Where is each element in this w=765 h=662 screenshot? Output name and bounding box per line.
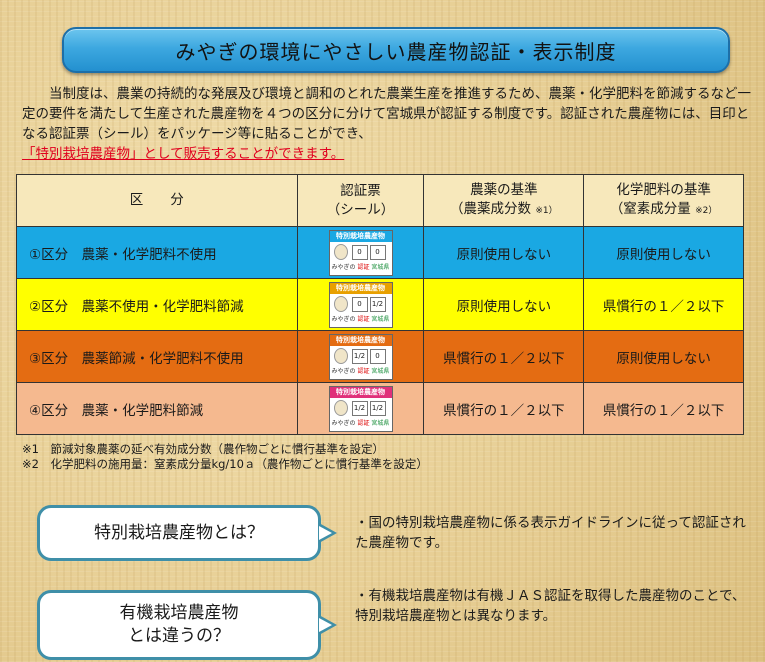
intro-text: 当制度は、農業の持続的な発展及び環境と調和のとれた農業生産を推進するため、農薬・… bbox=[22, 86, 751, 142]
row-pesticide: 県慣行の１／２以下 bbox=[423, 382, 585, 435]
seal-title: 特別栽培農産物 bbox=[329, 334, 392, 346]
mascot-icon bbox=[333, 347, 348, 364]
seal-foot-right: 宮城県 bbox=[371, 263, 390, 271]
seal-foot-right: 宮城県 bbox=[371, 367, 390, 375]
header-seal-line2: （シール） bbox=[326, 201, 395, 218]
page-title: みやぎの環境にやさしい農産物認証・表示制度 bbox=[62, 27, 730, 73]
row-category: ②区分 農薬不使用・化学肥料節減 bbox=[16, 278, 298, 331]
seal-fertilizer-value: 0 bbox=[369, 244, 386, 260]
intro-paragraph: 当制度は、農業の持続的な発展及び環境と調和のとれた農業生産を推進するため、農薬・… bbox=[22, 84, 752, 164]
seal-fertilizer-value: 0 bbox=[369, 348, 386, 364]
seal-foot-right: 宮城県 bbox=[371, 315, 390, 323]
mascot-icon bbox=[333, 295, 348, 312]
question-text: 特別栽培農産物とは？ bbox=[94, 522, 264, 543]
seal-pesticide-value: 0 bbox=[351, 244, 368, 260]
seal-foot-mid: 認証 bbox=[357, 367, 370, 375]
question-callout-special: 特別栽培農産物とは？ bbox=[37, 505, 337, 561]
certification-table: 区 分 認証票 （シール） 農薬の基準 （農薬成分数 ※1） 化学肥料の基準 （窒素成… bbox=[16, 174, 744, 435]
certification-seal-icon: 特別栽培農産物 1/2 0 みやぎの 認証 宮城県 bbox=[328, 333, 393, 380]
certification-seal-icon: 特別栽培農産物 0 1/2 みやぎの 認証 宮城県 bbox=[328, 281, 393, 328]
footnotes: ※1 節減対象農薬の延べ有効成分数（農作物ごとに慣行基準を設定） ※2 化学肥料… bbox=[22, 442, 428, 472]
seal-fertilizer-value: 1/2 bbox=[369, 400, 386, 416]
header-pesticide-note: ※1） bbox=[535, 205, 558, 216]
mascot-icon bbox=[333, 243, 348, 260]
header-fertilizer-note: ※2） bbox=[695, 205, 718, 216]
row-category: ①区分 農薬・化学肥料不使用 bbox=[16, 226, 298, 279]
seal-foot-right: 宮城県 bbox=[371, 419, 390, 427]
callout-tail-inner bbox=[319, 526, 332, 540]
header-fertilizer-line2: （窒素成分量 bbox=[609, 200, 691, 217]
table-row: ①区分 農薬・化学肥料不使用 特別栽培農産物 00 みやぎの 認証 宮城県 原則… bbox=[16, 226, 744, 279]
seal-cell: 特別栽培農産物 0 1/2 みやぎの 認証 宮城県 bbox=[296, 278, 425, 331]
seal-foot-mid: 認証 bbox=[357, 419, 370, 427]
header-seal-line1: 認証票 bbox=[340, 182, 381, 199]
row-pesticide: 原則使用しない bbox=[423, 278, 585, 331]
row-fertilizer: 原則使用しない bbox=[583, 226, 744, 279]
seal-pesticide-value: 0 bbox=[351, 296, 368, 312]
seal-foot-left: みやぎの bbox=[331, 419, 356, 427]
answer-organic: ・有機栽培農産物は有機ＪＡＳ認証を取得した農産物のことで、特別栽培農産物とは異な… bbox=[355, 588, 746, 624]
mascot-icon bbox=[333, 399, 348, 416]
answer-special: ・国の特別栽培農産物に係る表示ガイドラインに従って認証された農産物です。 bbox=[355, 515, 746, 551]
table-row: ③区分 農薬節減・化学肥料不使用 特別栽培農産物 1/2 0 みやぎの 認証 宮城… bbox=[16, 330, 744, 383]
question-callout-organic: 有機栽培農産物 とは違うの？ bbox=[37, 590, 337, 660]
seal-title: 特別栽培農産物 bbox=[329, 282, 392, 294]
seal-cell: 特別栽培農産物 00 みやぎの 認証 宮城県 bbox=[296, 226, 425, 279]
seal-cell: 特別栽培農産物 1/2 1/2 みやぎの 認証 宮城県 bbox=[296, 382, 425, 435]
certification-seal-icon: 特別栽培農産物 1/2 1/2 みやぎの 認証 宮城県 bbox=[328, 385, 393, 432]
seal-foot-mid: 認証 bbox=[357, 315, 370, 323]
table-row: ②区分 農薬不使用・化学肥料節減 特別栽培農産物 0 1/2 みやぎの 認証 宮城… bbox=[16, 278, 744, 331]
table-header-row: 区 分 認証票 （シール） 農薬の基準 （農薬成分数 ※1） 化学肥料の基準 （窒素成… bbox=[16, 174, 744, 227]
footnote-2: ※2 化学肥料の施用量：窒素成分量kg/10ａ（農作物ごとに慣行基準を設定） bbox=[22, 457, 428, 471]
seal-foot-mid: 認証 bbox=[357, 263, 370, 271]
row-pesticide: 県慣行の１／２以下 bbox=[423, 330, 585, 383]
intro-highlight: 「特別栽培農産物」として販売することができます。 bbox=[22, 146, 345, 162]
seal-title: 特別栽培農産物 bbox=[329, 230, 392, 242]
header-seal: 認証票 （シール） bbox=[296, 174, 425, 227]
row-pesticide: 原則使用しない bbox=[423, 226, 585, 279]
question-line1: 有機栽培農産物 bbox=[119, 603, 239, 623]
header-pesticide-line1: 農薬の基準 bbox=[470, 181, 538, 198]
seal-pesticide-value: 1/2 bbox=[351, 348, 368, 364]
table-row: ④区分 農薬・化学肥料節減 特別栽培農産物 1/2 1/2 みやぎの 認証 宮城県… bbox=[16, 382, 744, 435]
question-line2: とは違うの？ bbox=[128, 626, 230, 646]
seal-cell: 特別栽培農産物 1/2 0 みやぎの 認証 宮城県 bbox=[296, 330, 425, 383]
row-category: ③区分 農薬節減・化学肥料不使用 bbox=[16, 330, 298, 383]
header-fertilizer: 化学肥料の基準 （窒素成分量 ※2） bbox=[583, 174, 744, 227]
header-pesticide: 農薬の基準 （農薬成分数 ※1） bbox=[423, 174, 585, 227]
seal-foot-left: みやぎの bbox=[331, 263, 356, 271]
row-fertilizer: 県慣行の１／２以下 bbox=[583, 382, 744, 435]
seal-title: 特別栽培農産物 bbox=[329, 386, 392, 398]
seal-fertilizer-value: 1/2 bbox=[369, 296, 386, 312]
callout-tail-inner bbox=[319, 618, 332, 632]
seal-foot-left: みやぎの bbox=[331, 367, 356, 375]
footnote-1: ※1 節減対象農薬の延べ有効成分数（農作物ごとに慣行基準を設定） bbox=[22, 442, 384, 456]
seal-foot-left: みやぎの bbox=[331, 315, 356, 323]
seal-pesticide-value: 1/2 bbox=[351, 400, 368, 416]
header-pesticide-line2: （農薬成分数 bbox=[450, 200, 532, 217]
header-category: 区 分 bbox=[16, 174, 298, 227]
row-category: ④区分 農薬・化学肥料節減 bbox=[16, 382, 298, 435]
row-fertilizer: 原則使用しない bbox=[583, 330, 744, 383]
row-fertilizer: 県慣行の１／２以下 bbox=[583, 278, 744, 331]
header-fertilizer-line1: 化学肥料の基準 bbox=[616, 181, 711, 198]
certification-seal-icon: 特別栽培農産物 00 みやぎの 認証 宮城県 bbox=[328, 229, 393, 276]
